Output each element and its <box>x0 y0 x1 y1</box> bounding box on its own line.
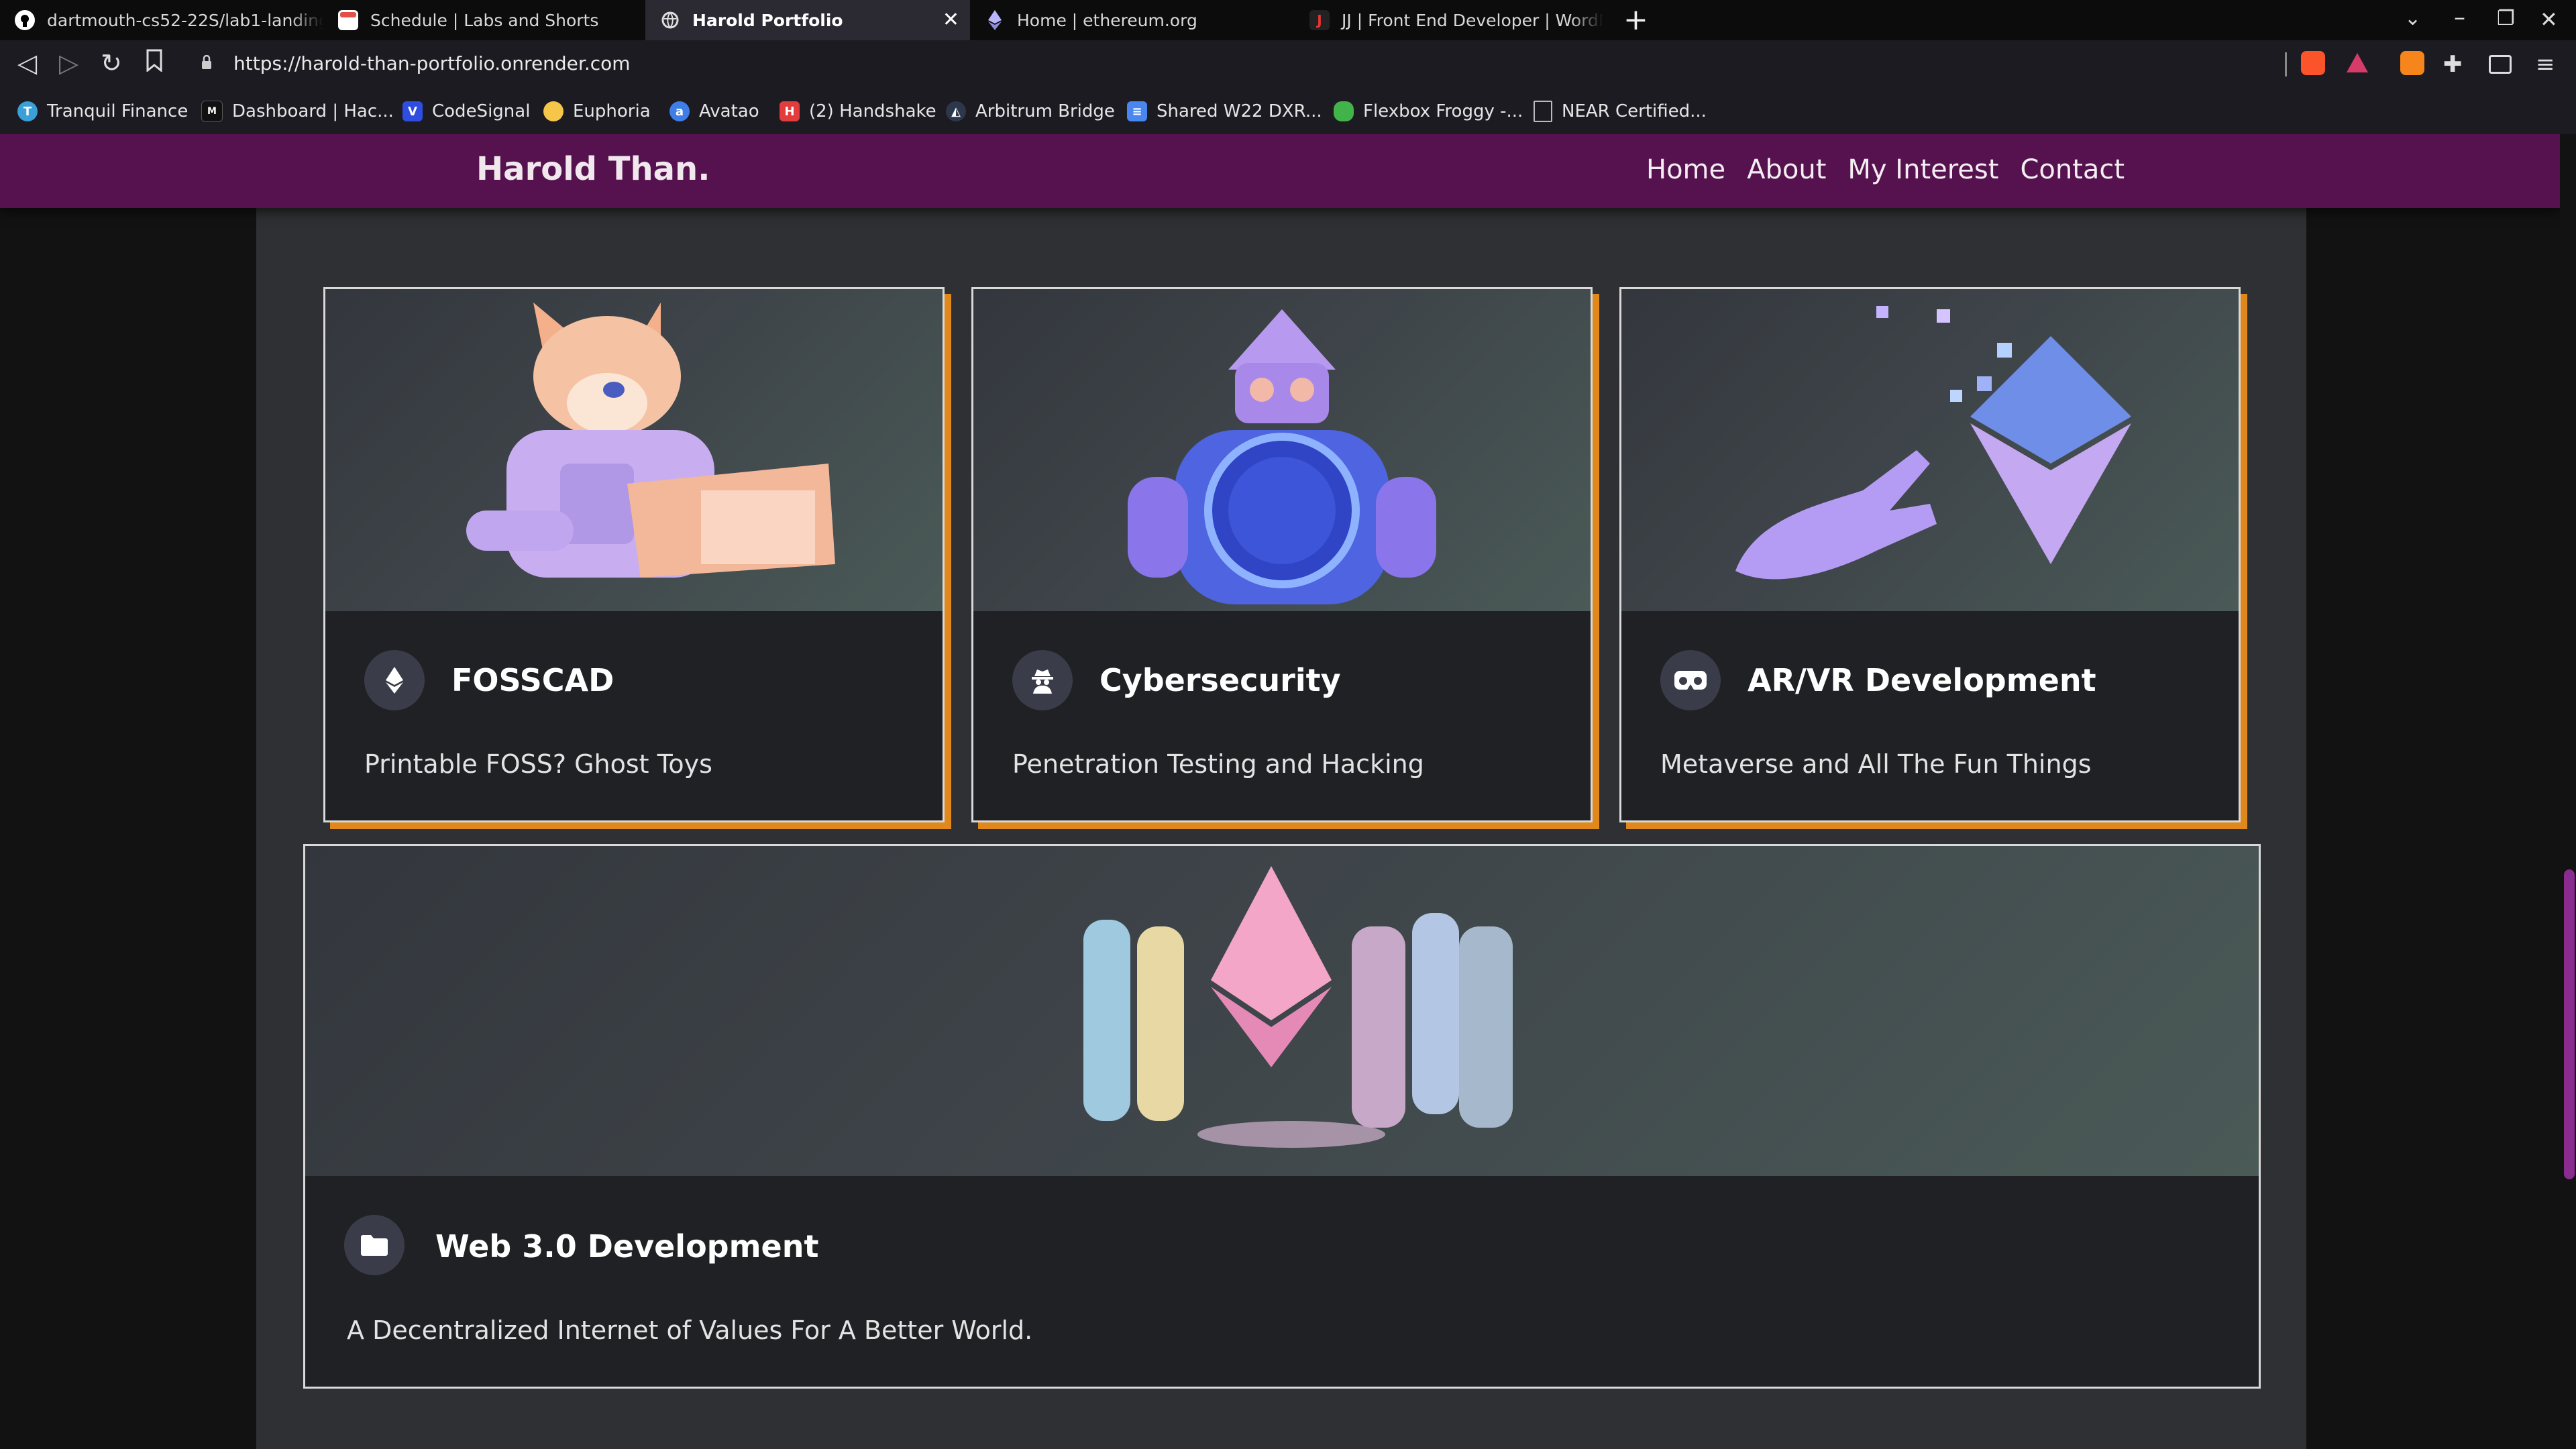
jj-logo-icon: J <box>1309 10 1330 30</box>
bookmark-shared-doc[interactable]: ≡ Shared W22 DXR... <box>1127 98 1322 125</box>
bookmark-avatao[interactable]: a Avatao <box>669 98 759 125</box>
tab-github[interactable]: dartmouth-cs52-22S/lab1-landing <box>0 0 323 40</box>
menu-icon[interactable]: ≡ <box>2536 51 2560 78</box>
globe-icon <box>660 10 680 30</box>
card-title: AR/VR Development <box>1748 662 2096 698</box>
nav-home[interactable]: Home <box>1646 154 1725 185</box>
site-brand[interactable]: Harold Than. <box>476 150 710 188</box>
bookmark-handshake[interactable]: H (2) Handshake <box>780 98 936 125</box>
page-scrollbar[interactable] <box>2560 134 2576 1449</box>
user-secret-icon <box>1012 650 1073 710</box>
card-description: Metaverse and All The Fun Things <box>1660 749 2092 779</box>
bookmark-label: (2) Handshake <box>809 101 936 121</box>
extensions-icon[interactable]: ✚ <box>2443 51 2467 78</box>
bookmark-icon[interactable] <box>145 48 164 78</box>
google-docs-icon: ≡ <box>1127 101 1147 121</box>
brave-shield-icon[interactable] <box>2301 51 2325 75</box>
bookmark-euphoria[interactable]: Euphoria <box>543 98 651 125</box>
interest-card-web3[interactable]: Web 3.0 Development A Decentralized Inte… <box>303 844 2261 1389</box>
tab-label: dartmouth-cs52-22S/lab1-landing <box>47 10 323 30</box>
restore-icon[interactable]: ❐ <box>2497 7 2515 30</box>
tab-label: Harold Portfolio <box>692 10 843 30</box>
browser-tab-bar: dartmouth-cs52-22S/lab1-landing Schedule… <box>0 0 2576 40</box>
tab-schedule[interactable]: Schedule | Labs and Shorts <box>323 0 645 40</box>
bookmark-label: CodeSignal <box>432 101 531 121</box>
tab-label: JJ | Front End Developer | WordPr <box>1342 10 1603 30</box>
minimize-icon[interactable]: – <box>2454 4 2465 31</box>
site-nav: Home About My Interest Contact <box>1646 154 2146 185</box>
tab-ethereum[interactable]: Home | ethereum.org <box>970 0 1295 40</box>
web-page: Harold Than. Home About My Interest Cont… <box>0 134 2576 1449</box>
metamask-icon[interactable] <box>2400 51 2424 75</box>
card-title: Cybersecurity <box>1099 662 1341 698</box>
window-close-icon[interactable]: ✕ <box>2540 7 2558 32</box>
codesignal-icon: V <box>402 101 423 121</box>
card-description: Printable FOSS? Ghost Toys <box>364 749 712 779</box>
url-divider <box>2285 52 2287 76</box>
document-icon <box>1534 101 1552 122</box>
cybersecurity-illustration <box>973 289 1591 611</box>
interest-card-cybersecurity[interactable]: Cybersecurity Penetration Testing and Ha… <box>971 287 1593 822</box>
bookmark-codesignal[interactable]: V CodeSignal <box>402 98 530 125</box>
euphoria-icon <box>543 101 564 121</box>
avatao-icon: a <box>669 101 690 121</box>
back-icon[interactable]: ◁ <box>17 48 37 78</box>
forward-icon[interactable]: ▷ <box>59 48 78 78</box>
card-title: Web 3.0 Development <box>435 1228 819 1265</box>
calendar-icon <box>338 10 358 30</box>
ethereum-icon <box>985 10 1005 30</box>
close-tab-icon[interactable]: ✕ <box>943 8 959 32</box>
scrollbar-thumb[interactable] <box>2564 869 2575 1179</box>
interest-card-fosscad[interactable]: FOSSCAD Printable FOSS? Ghost Toys <box>323 287 945 822</box>
interest-card-ar-vr[interactable]: AR/VR Development Metaverse and All The … <box>1619 287 2241 822</box>
bookmark-label: Arbitrum Bridge <box>975 101 1115 121</box>
fosscad-illustration <box>325 289 943 611</box>
tab-label: Home | ethereum.org <box>1017 10 1197 30</box>
bookmark-label: NEAR Certified... <box>1562 101 1707 121</box>
bookmark-label: Avatao <box>699 101 759 121</box>
web3-illustration <box>305 846 2259 1176</box>
vr-headset-icon <box>1660 650 1721 710</box>
card-description: A Decentralized Internet of Values For A… <box>347 1316 1033 1345</box>
bookmark-label: Euphoria <box>573 101 651 121</box>
ethereum-icon <box>364 650 425 710</box>
bookmark-dashboard[interactable]: M Dashboard | Hac... <box>201 98 394 125</box>
brave-rewards-icon[interactable] <box>2345 51 2369 75</box>
card-title: FOSSCAD <box>451 662 614 698</box>
reload-icon[interactable]: ↻ <box>101 48 122 78</box>
tab-label: Schedule | Labs and Shorts <box>370 10 599 30</box>
nav-contact[interactable]: Contact <box>2020 154 2125 185</box>
bookmark-flexbox-froggy[interactable]: Flexbox Froggy -... <box>1334 98 1523 125</box>
tab-harold-portfolio[interactable]: Harold Portfolio ✕ <box>645 0 970 40</box>
bookmark-label: Flexbox Froggy -... <box>1363 101 1523 121</box>
frog-icon <box>1334 101 1354 121</box>
bookmark-tranquil[interactable]: T Tranquil Finance <box>17 98 188 125</box>
tab-list-chevron-icon[interactable]: ⌄ <box>2404 7 2421 30</box>
github-icon <box>15 10 35 30</box>
tab-jj[interactable]: J JJ | Front End Developer | WordPr <box>1295 0 1603 40</box>
handshake-icon: H <box>780 101 800 121</box>
bookmark-label: Dashboard | Hac... <box>232 101 394 121</box>
site-header: Harold Than. Home About My Interest Cont… <box>0 134 2560 208</box>
tranquil-icon: T <box>17 101 38 121</box>
lock-icon <box>201 54 212 70</box>
bookmark-near[interactable]: NEAR Certified... <box>1534 98 1707 125</box>
bookmark-arbitrum[interactable]: ◭ Arbitrum Bridge <box>946 98 1115 125</box>
ar-vr-illustration <box>1621 289 2239 611</box>
folder-icon <box>344 1215 405 1275</box>
hackerrank-icon: M <box>201 101 223 122</box>
bookmark-label: Shared W22 DXR... <box>1157 101 1322 121</box>
card-description: Penetration Testing and Hacking <box>1012 749 1424 779</box>
new-tab-icon[interactable]: + <box>1623 3 1648 37</box>
url-text[interactable]: https://harold-than-portfolio.onrender.c… <box>233 52 631 74</box>
nav-my-interest[interactable]: My Interest <box>1847 154 1998 185</box>
bookmark-label: Tranquil Finance <box>47 101 189 121</box>
arbitrum-icon: ◭ <box>946 101 966 121</box>
nav-about[interactable]: About <box>1747 154 1826 185</box>
wallet-icon[interactable] <box>2489 55 2512 74</box>
